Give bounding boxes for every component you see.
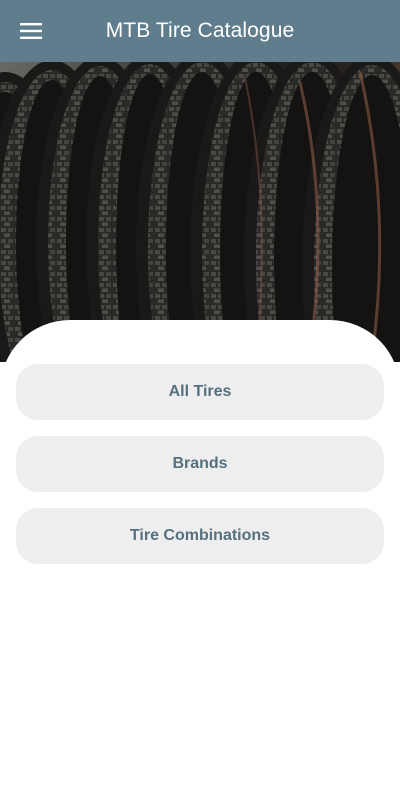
app-bar: MTB Tire Catalogue — [0, 0, 400, 62]
hero-image — [0, 62, 400, 362]
app-title: MTB Tire Catalogue — [105, 19, 295, 42]
main-content: All Tires Brands Tire Combinations — [0, 320, 400, 800]
tire-combinations-button[interactable]: Tire Combinations — [16, 508, 384, 564]
catalogue-menu: All Tires Brands Tire Combinations — [16, 364, 384, 580]
brands-button[interactable]: Brands — [16, 436, 384, 492]
all-tires-button[interactable]: All Tires — [16, 364, 384, 420]
app-screen: MTB Tire Catalogue All Tires Brands Tire… — [0, 0, 400, 800]
tires-photo — [0, 62, 400, 362]
